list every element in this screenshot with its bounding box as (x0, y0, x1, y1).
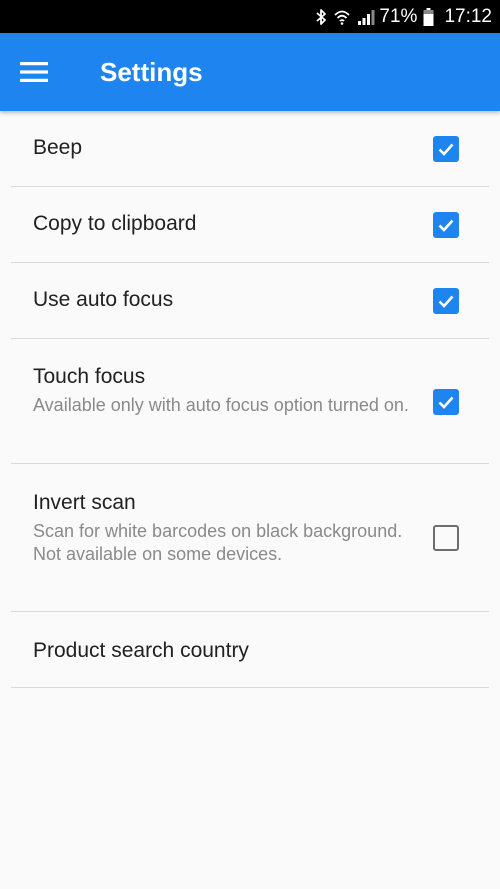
beep-checkbox[interactable] (433, 136, 459, 162)
bluetooth-icon (315, 8, 327, 26)
signal-icon (357, 8, 375, 26)
setting-use-auto-focus[interactable]: Use auto focus (11, 263, 489, 339)
hamburger-menu-icon (20, 62, 48, 82)
setting-title: Product search country (33, 639, 249, 662)
setting-title: Invert scan (33, 491, 136, 514)
setting-summary: Available only with auto focus option tu… (33, 395, 409, 415)
setting-title: Touch focus (33, 365, 146, 388)
checkmark-icon (438, 143, 454, 156)
setting-invert-scan[interactable]: Invert scan Scan for white barcodes on b… (11, 464, 489, 612)
setting-title: Copy to clipboard (33, 212, 197, 235)
setting-title: Beep (33, 136, 83, 159)
page-title: Settings (100, 57, 203, 87)
menu-button[interactable] (13, 48, 55, 96)
checkmark-icon (438, 219, 454, 232)
setting-touch-focus[interactable]: Touch focus Available only with auto foc… (11, 339, 489, 464)
setting-product-search-country[interactable]: Product search country (11, 612, 489, 688)
copy-to-clipboard-checkbox[interactable] (433, 212, 459, 238)
battery-icon (423, 7, 434, 26)
checkmark-icon (438, 295, 454, 308)
setting-copy-to-clipboard[interactable]: Copy to clipboard (11, 187, 489, 263)
settings-list: Beep Copy to clipboard Use auto focus To… (0, 111, 500, 688)
clock: 17:12 (444, 5, 492, 27)
checkmark-icon (438, 396, 454, 409)
use-auto-focus-checkbox[interactable] (433, 288, 459, 314)
setting-title: Use auto focus (33, 288, 174, 311)
battery-percent: 71% (379, 5, 418, 27)
touch-focus-checkbox[interactable] (433, 389, 459, 415)
status-bar: 71% 17:12 (0, 0, 500, 33)
app-bar: Settings (0, 33, 500, 111)
invert-scan-checkbox[interactable] (433, 525, 459, 551)
wifi-icon (333, 8, 351, 26)
setting-summary: Scan for white barcodes on black backgro… (33, 521, 403, 564)
setting-beep[interactable]: Beep (11, 111, 489, 187)
